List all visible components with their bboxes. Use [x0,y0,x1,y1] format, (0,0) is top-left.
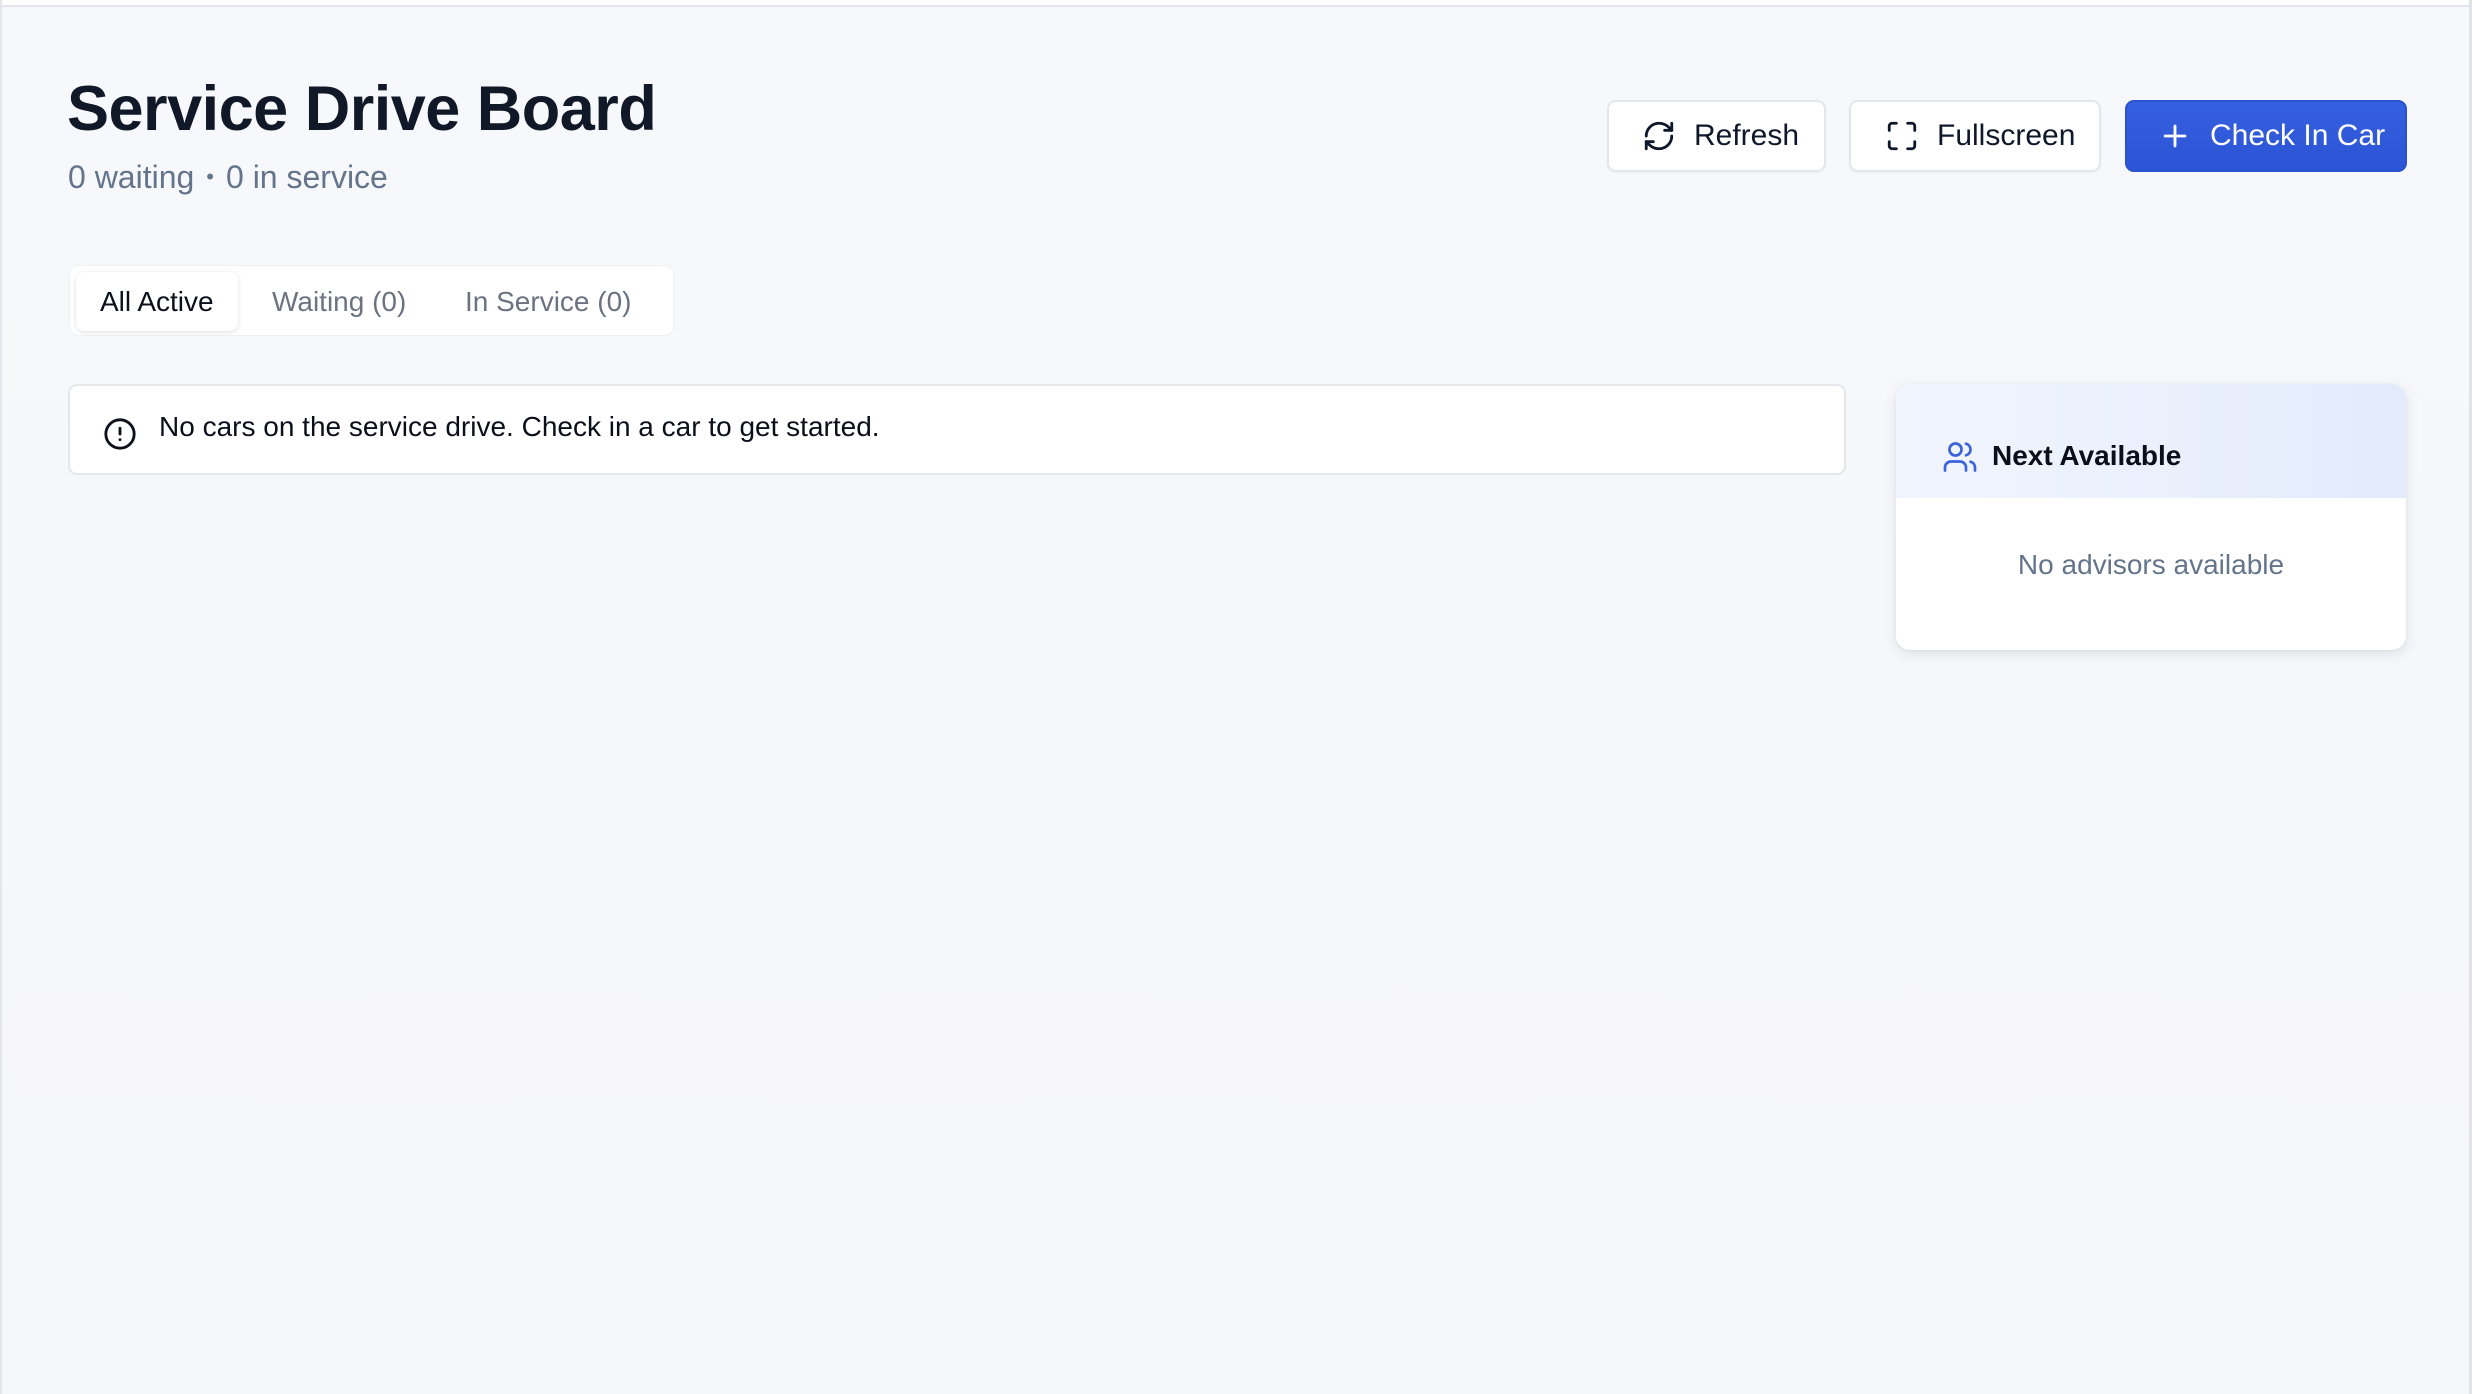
next-available-panel: Next Available No advisors available [1896,384,2406,650]
empty-state-message: No cars on the service drive. Check in a… [159,411,880,442]
refresh-button[interactable]: Refresh [1607,100,1826,172]
app-window: Service Drive Board 0 waiting • 0 in servi… [0,0,2471,1394]
waiting-count: 0 waiting [68,159,195,195]
window-top-border [2,0,2471,7]
users-icon [1942,439,1978,475]
refresh-icon [1642,119,1676,153]
tab-all-active[interactable]: All Active [76,272,238,331]
tab-in-service[interactable]: In Service (0) [465,272,632,331]
check-in-car-label: Check In Car [2210,119,2386,152]
refresh-label: Refresh [1694,119,1800,152]
tab-waiting[interactable]: Waiting (0) [272,272,406,331]
next-available-title: Next Available [1992,440,2182,471]
board-summary: 0 waiting • 0 in service [68,156,388,198]
plus-icon [2158,119,2192,153]
alert-circle-icon [103,417,137,451]
fullscreen-icon [1885,119,1919,153]
status-tabs: All Active Waiting (0) In Service (0) [69,265,674,336]
page-title: Service Drive Board [67,74,657,144]
summary-separator: • [206,164,214,189]
check-in-car-button[interactable]: Check In Car [2125,100,2407,172]
fullscreen-label: Fullscreen [1937,119,2076,152]
next-available-header: Next Available [1896,384,2406,498]
empty-state-alert: No cars on the service drive. Check in a… [68,384,1846,475]
no-advisors-message: No advisors available [2017,549,2285,580]
in-service-count: 0 in service [226,159,388,195]
fullscreen-button[interactable]: Fullscreen [1849,100,2101,172]
